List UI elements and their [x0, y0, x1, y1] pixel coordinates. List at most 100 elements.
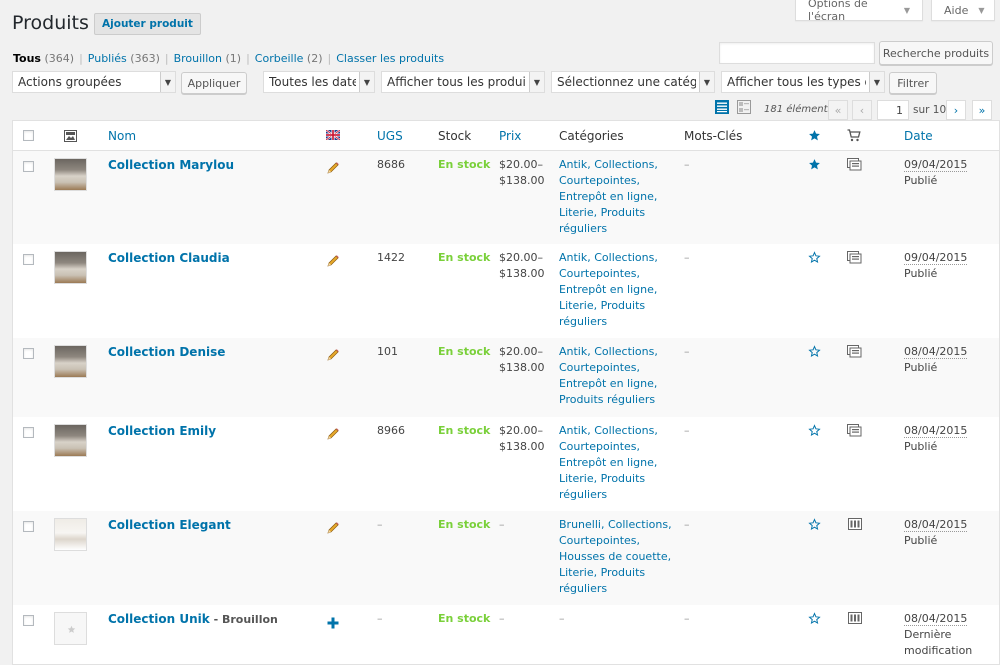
featured-star-empty-icon[interactable]: [808, 424, 821, 437]
view-link-4[interactable]: Classer les produits: [336, 52, 444, 65]
list-view-icon[interactable]: [715, 100, 729, 114]
product-category[interactable]: Literie, Produits: [559, 471, 645, 487]
product-category[interactable]: réguliers: [559, 581, 607, 597]
row-checkbox[interactable]: [23, 615, 34, 626]
pencil-icon[interactable]: [326, 254, 340, 268]
product-category[interactable]: Entrepôt en ligne,: [559, 376, 657, 392]
product-category[interactable]: Entrepôt en ligne,: [559, 455, 657, 471]
product-type-cart-icon: [847, 129, 861, 142]
views-separator: |: [246, 52, 250, 65]
product-category[interactable]: Entrepôt en ligne,: [559, 282, 657, 298]
product-category[interactable]: Literie, Produits: [559, 298, 645, 314]
product-category[interactable]: Courtepointes,: [559, 439, 640, 455]
product-category[interactable]: réguliers: [559, 221, 607, 237]
product-name: Collection Denise: [108, 345, 226, 359]
pencil-icon[interactable]: [326, 161, 340, 175]
pencil-icon[interactable]: [326, 521, 340, 535]
product-thumbnail[interactable]: [54, 518, 87, 551]
date-value: 09/04/2015: [904, 158, 968, 172]
product-category[interactable]: Courtepointes,: [559, 533, 640, 549]
last-page-button[interactable]: »: [972, 100, 992, 120]
featured-star-empty-icon[interactable]: [808, 345, 821, 358]
featured-star-empty-icon[interactable]: [808, 518, 821, 531]
product-name-link[interactable]: Collection Elegant: [108, 517, 231, 533]
product-price: $138.00: [499, 174, 545, 187]
next-page-button[interactable]: ›: [946, 100, 966, 120]
product-category[interactable]: Courtepointes,: [559, 173, 640, 189]
table-row: Collection Emily 8966 En stock $20.00– $138.…: [13, 417, 999, 511]
search-input[interactable]: [719, 42, 875, 64]
product-category[interactable]: Literie, Produits: [559, 565, 645, 581]
product-thumbnail[interactable]: [54, 424, 87, 457]
column-date[interactable]: Date: [904, 129, 933, 143]
bulk-actions-select[interactable]: Actions groupées ▼: [12, 71, 176, 93]
add-product-button[interactable]: Ajouter produit: [94, 13, 201, 35]
product-category[interactable]: réguliers: [559, 314, 607, 330]
product-category[interactable]: Courtepointes,: [559, 360, 640, 376]
column-price[interactable]: Prix: [499, 129, 521, 143]
pencil-icon[interactable]: [326, 427, 340, 441]
pencil-icon[interactable]: [326, 348, 340, 362]
product-category[interactable]: Antik, Collections,: [559, 250, 658, 266]
product-sku: 8966: [377, 424, 405, 437]
row-checkbox[interactable]: [23, 348, 34, 359]
filter-button[interactable]: Filtrer: [889, 72, 937, 94]
product-name-link[interactable]: Collection Claudia: [108, 250, 230, 266]
product-name-link[interactable]: Collection Unik - Brouillon: [108, 611, 278, 628]
product-tags: –: [684, 345, 690, 358]
featured-star-empty-icon[interactable]: [808, 612, 821, 625]
date-value: 09/04/2015: [904, 251, 968, 265]
product-category[interactable]: Antik, Collections,: [559, 157, 658, 173]
view-link-3[interactable]: Corbeille (2): [255, 52, 323, 65]
product-category[interactable]: Literie, Produits: [559, 205, 645, 221]
dates-select[interactable]: Toutes les dates ▼: [263, 71, 375, 93]
plus-icon[interactable]: [327, 617, 339, 629]
product-sku: 8686: [377, 158, 405, 171]
row-checkbox[interactable]: [23, 161, 34, 172]
row-checkbox[interactable]: [23, 521, 34, 532]
category-select[interactable]: Sélectionnez une catégorie ▼: [551, 71, 715, 93]
product-category[interactable]: Brunelli, Collections,: [559, 517, 672, 533]
product-category[interactable]: Housses de couette,: [559, 549, 671, 565]
prev-page-button[interactable]: ‹: [852, 100, 872, 120]
featured-star-empty-icon[interactable]: [808, 251, 821, 264]
chevron-down-icon: ▼: [699, 72, 714, 92]
first-page-button[interactable]: «: [828, 100, 848, 120]
product-sku: 101: [377, 345, 398, 358]
product-types-select[interactable]: Afficher tous les types de p ▼: [721, 71, 885, 93]
product-thumbnail[interactable]: [54, 158, 87, 191]
table-row: Collection Claudia 1422 En stock $20.00– $13…: [13, 244, 999, 338]
product-category[interactable]: Entrepôt en ligne,: [559, 189, 657, 205]
row-checkbox[interactable]: [23, 254, 34, 265]
product-thumbnail[interactable]: [54, 612, 87, 645]
product-price: $20.00–: [499, 345, 543, 358]
product-name-link[interactable]: Collection Emily: [108, 423, 216, 439]
current-page-input[interactable]: 1: [877, 100, 909, 120]
featured-column-star-icon[interactable]: [808, 129, 821, 142]
products-select[interactable]: Afficher tous les produits ( ▼: [381, 71, 545, 93]
product-thumbnail[interactable]: [54, 345, 87, 378]
search-products-button[interactable]: Recherche produits: [879, 41, 993, 65]
apply-button[interactable]: Appliquer: [181, 72, 247, 94]
product-category[interactable]: Antik, Collections,: [559, 344, 658, 360]
product-category[interactable]: réguliers: [559, 487, 607, 503]
product-category[interactable]: Produits réguliers: [559, 392, 655, 408]
column-name[interactable]: Nom: [108, 129, 136, 143]
view-link-1[interactable]: Publiés (363): [88, 52, 160, 65]
view-link-2[interactable]: Brouillon (1): [174, 52, 241, 65]
view-link-0[interactable]: Tous (364): [13, 52, 74, 65]
product-category[interactable]: Courtepointes,: [559, 266, 640, 282]
help-button[interactable]: Aide ▼: [931, 0, 995, 21]
product-name-link[interactable]: Collection Marylou: [108, 157, 234, 173]
excerpt-view-icon[interactable]: [737, 100, 751, 114]
select-all-checkbox[interactable]: [23, 130, 34, 141]
column-stock: Stock: [438, 129, 472, 143]
featured-star-filled-icon[interactable]: [808, 158, 821, 171]
column-sku[interactable]: UGS: [377, 129, 403, 143]
screen-options-button[interactable]: Options de l'écran ▼: [795, 0, 923, 23]
product-category[interactable]: Antik, Collections,: [559, 423, 658, 439]
row-checkbox[interactable]: [23, 427, 34, 438]
product-thumbnail[interactable]: [54, 251, 87, 284]
date-value: 08/04/2015: [904, 345, 968, 359]
product-name-link[interactable]: Collection Denise: [108, 344, 225, 360]
